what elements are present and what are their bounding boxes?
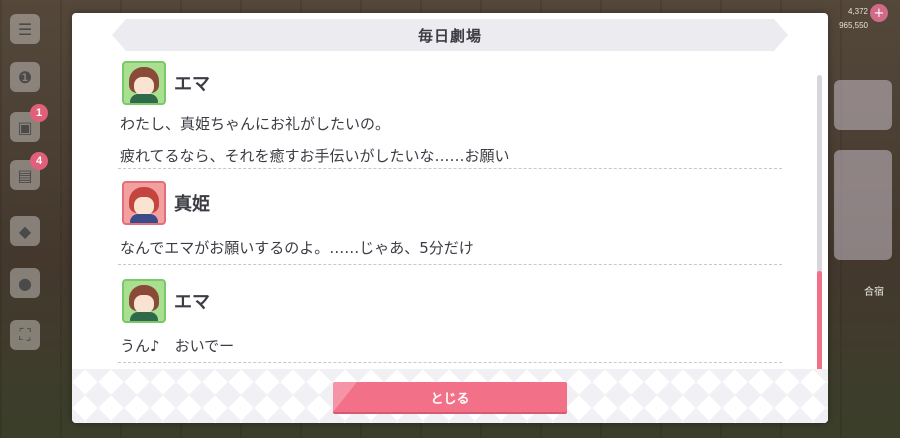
dialog-scrollbar[interactable] (817, 75, 822, 393)
left-sidebar: ☰ ❶ ▣ 1 ▤ 4 ◆ ● ⛶ (0, 0, 62, 438)
maki-avatar-icon (122, 181, 166, 225)
dialog-title-bar: 毎日劇場 (112, 19, 788, 51)
speaker-name: エマ (174, 292, 210, 313)
add-currency-button[interactable]: + (870, 4, 888, 22)
diamond-icon[interactable]: ◆ (10, 216, 40, 246)
dialog-line: うん♪ おいでー (120, 337, 235, 355)
fullscreen-icon[interactable]: ⛶ (10, 320, 40, 350)
chat-icon[interactable]: ❶ (10, 62, 40, 92)
dialog-content[interactable]: エマ わたし、真姫ちゃんにお礼がしたいの。 疲れてるなら、それを癒すお手伝いがし… (118, 57, 782, 369)
scrollbar-thumb[interactable] (817, 271, 822, 377)
dialog-line: なんでエマがお願いするのよ。……じゃあ、5分だけ (120, 239, 474, 257)
dialog-entry: エマ わたし、真姫ちゃんにお礼がしたいの。 疲れてるなら、それを癒すお手伝いがし… (118, 61, 782, 169)
speaker-row: 真姫 (118, 181, 782, 225)
speaker-name: エマ (174, 74, 210, 95)
dialog-title: 毎日劇場 (417, 26, 482, 45)
dialog-entry: 真姫 なんでエマがお願いするのよ。……じゃあ、5分だけ (118, 181, 782, 265)
emma-avatar-icon (122, 279, 166, 323)
notification-badge: 1 (30, 104, 48, 122)
speaker-row: エマ (118, 279, 782, 323)
camp-label: 合宿 (864, 287, 884, 298)
dialog-line: 疲れてるなら、それを癒すお手伝いがしたいな……お願い (120, 147, 510, 165)
right-banner[interactable] (834, 150, 892, 260)
character-icon[interactable]: ● (10, 268, 40, 298)
speaker-name: 真姫 (174, 194, 210, 215)
dialog-entry: エマ うん♪ おいでー (118, 279, 782, 363)
emma-avatar-icon (122, 61, 166, 105)
daily-theater-dialog: 毎日劇場 エマ わたし、真姫ちゃんにお礼がしたいの。 疲れてるなら、それを癒すお… (72, 13, 828, 423)
right-banner[interactable] (834, 80, 892, 130)
close-button[interactable]: とじる (333, 382, 567, 412)
speaker-row: エマ (118, 61, 782, 105)
dialog-line: わたし、真姫ちゃんにお礼がしたいの。 (120, 115, 391, 133)
right-sidebar: 4,372 965,550 + 合宿 (828, 0, 900, 438)
notification-badge: 4 (30, 152, 48, 170)
menu-icon[interactable]: ☰ (10, 14, 40, 44)
